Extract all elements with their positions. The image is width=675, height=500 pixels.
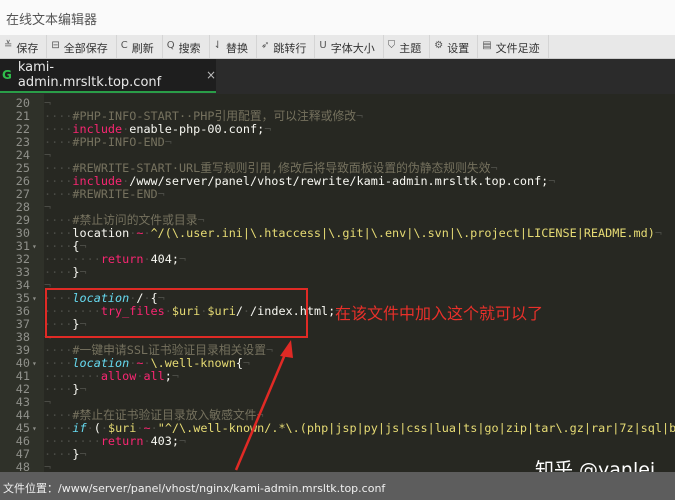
arrow-line [234,351,288,471]
annotation-arrow [234,340,293,471]
arrow-head [280,340,293,358]
status-bar: 文件位置：/www/server/panel/vhost/nginx/kami-… [0,472,675,500]
file-path: 文件位置：/www/server/panel/vhost/nginx/kami-… [3,482,386,495]
